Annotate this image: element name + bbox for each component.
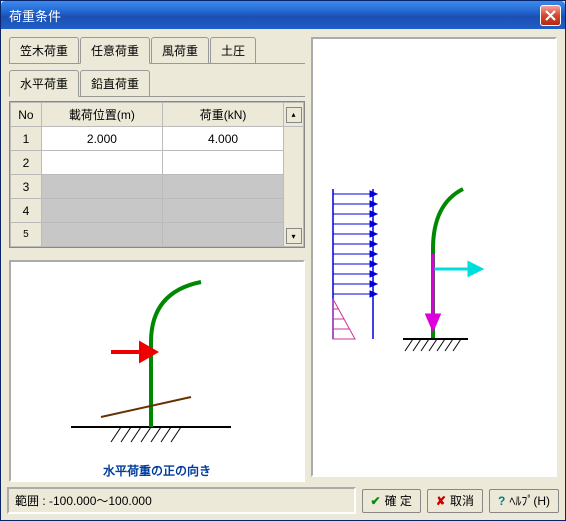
tab-nini[interactable]: 任意荷重 <box>80 37 150 64</box>
range-display: 範囲 : -100.000～100.000 <box>7 487 356 514</box>
scroll-col: ▴ <box>284 103 304 127</box>
col-pos: 載荷位置(m) <box>41 103 162 127</box>
titlebar: 荷重条件 <box>1 1 565 29</box>
table-row: 5 <box>11 223 304 247</box>
help-button[interactable]: ?ﾍﾙﾌﾟ(H) <box>489 489 559 513</box>
cell-pos-4[interactable] <box>41 199 162 223</box>
cell-load-5[interactable] <box>162 223 283 247</box>
close-icon <box>545 10 556 21</box>
tab-doatsu[interactable]: 土圧 <box>210 37 256 63</box>
left-diagram: 水平荷重の正の向き <box>9 260 305 482</box>
cell-load-4[interactable] <box>162 199 283 223</box>
check-icon: ✔ <box>371 494 381 508</box>
subtab-horizontal[interactable]: 水平荷重 <box>9 70 79 97</box>
window-title: 荷重条件 <box>9 6 540 25</box>
col-load: 荷重(kN) <box>162 103 283 127</box>
subtab-vertical[interactable]: 鉛直荷重 <box>80 70 150 96</box>
table-row: 2 <box>11 151 304 175</box>
close-button[interactable] <box>540 5 561 26</box>
help-icon: ? <box>498 494 505 508</box>
cell-load-2[interactable] <box>162 151 283 175</box>
cross-icon: ✘ <box>436 494 446 508</box>
left-diagram-svg <box>11 262 303 456</box>
sub-tabs: 水平荷重 鉛直荷重 <box>9 70 305 97</box>
tab-kaze[interactable]: 風荷重 <box>151 37 209 63</box>
cell-load-1[interactable]: 4.000 <box>162 127 283 151</box>
cell-load-3[interactable] <box>162 175 283 199</box>
table-row: 1 2.000 4.000 ▾ <box>11 127 304 151</box>
table-row: 3 <box>11 175 304 199</box>
confirm-button[interactable]: ✔確 定 <box>362 489 421 513</box>
cell-pos-5[interactable] <box>41 223 162 247</box>
right-diagram <box>311 37 557 477</box>
main-tabs: 笠木荷重 任意荷重 風荷重 土圧 <box>9 37 305 64</box>
cell-pos-2[interactable] <box>41 151 162 175</box>
table-row: 4 <box>11 199 304 223</box>
cell-pos-1[interactable]: 2.000 <box>41 127 162 151</box>
left-diagram-caption: 水平荷重の正の向き <box>11 456 303 485</box>
cell-pos-3[interactable] <box>41 175 162 199</box>
scrollbar-track[interactable]: ▾ <box>284 127 304 247</box>
tab-kasagi[interactable]: 笠木荷重 <box>9 37 79 63</box>
scroll-up[interactable]: ▴ <box>286 107 302 123</box>
scroll-down[interactable]: ▾ <box>286 228 302 244</box>
load-table: No 載荷位置(m) 荷重(kN) ▴ 1 2.000 4.000 ▾ <box>9 101 305 248</box>
cancel-button[interactable]: ✘取消 <box>427 489 483 513</box>
right-diagram-svg <box>313 39 543 475</box>
col-no: No <box>11 103 42 127</box>
